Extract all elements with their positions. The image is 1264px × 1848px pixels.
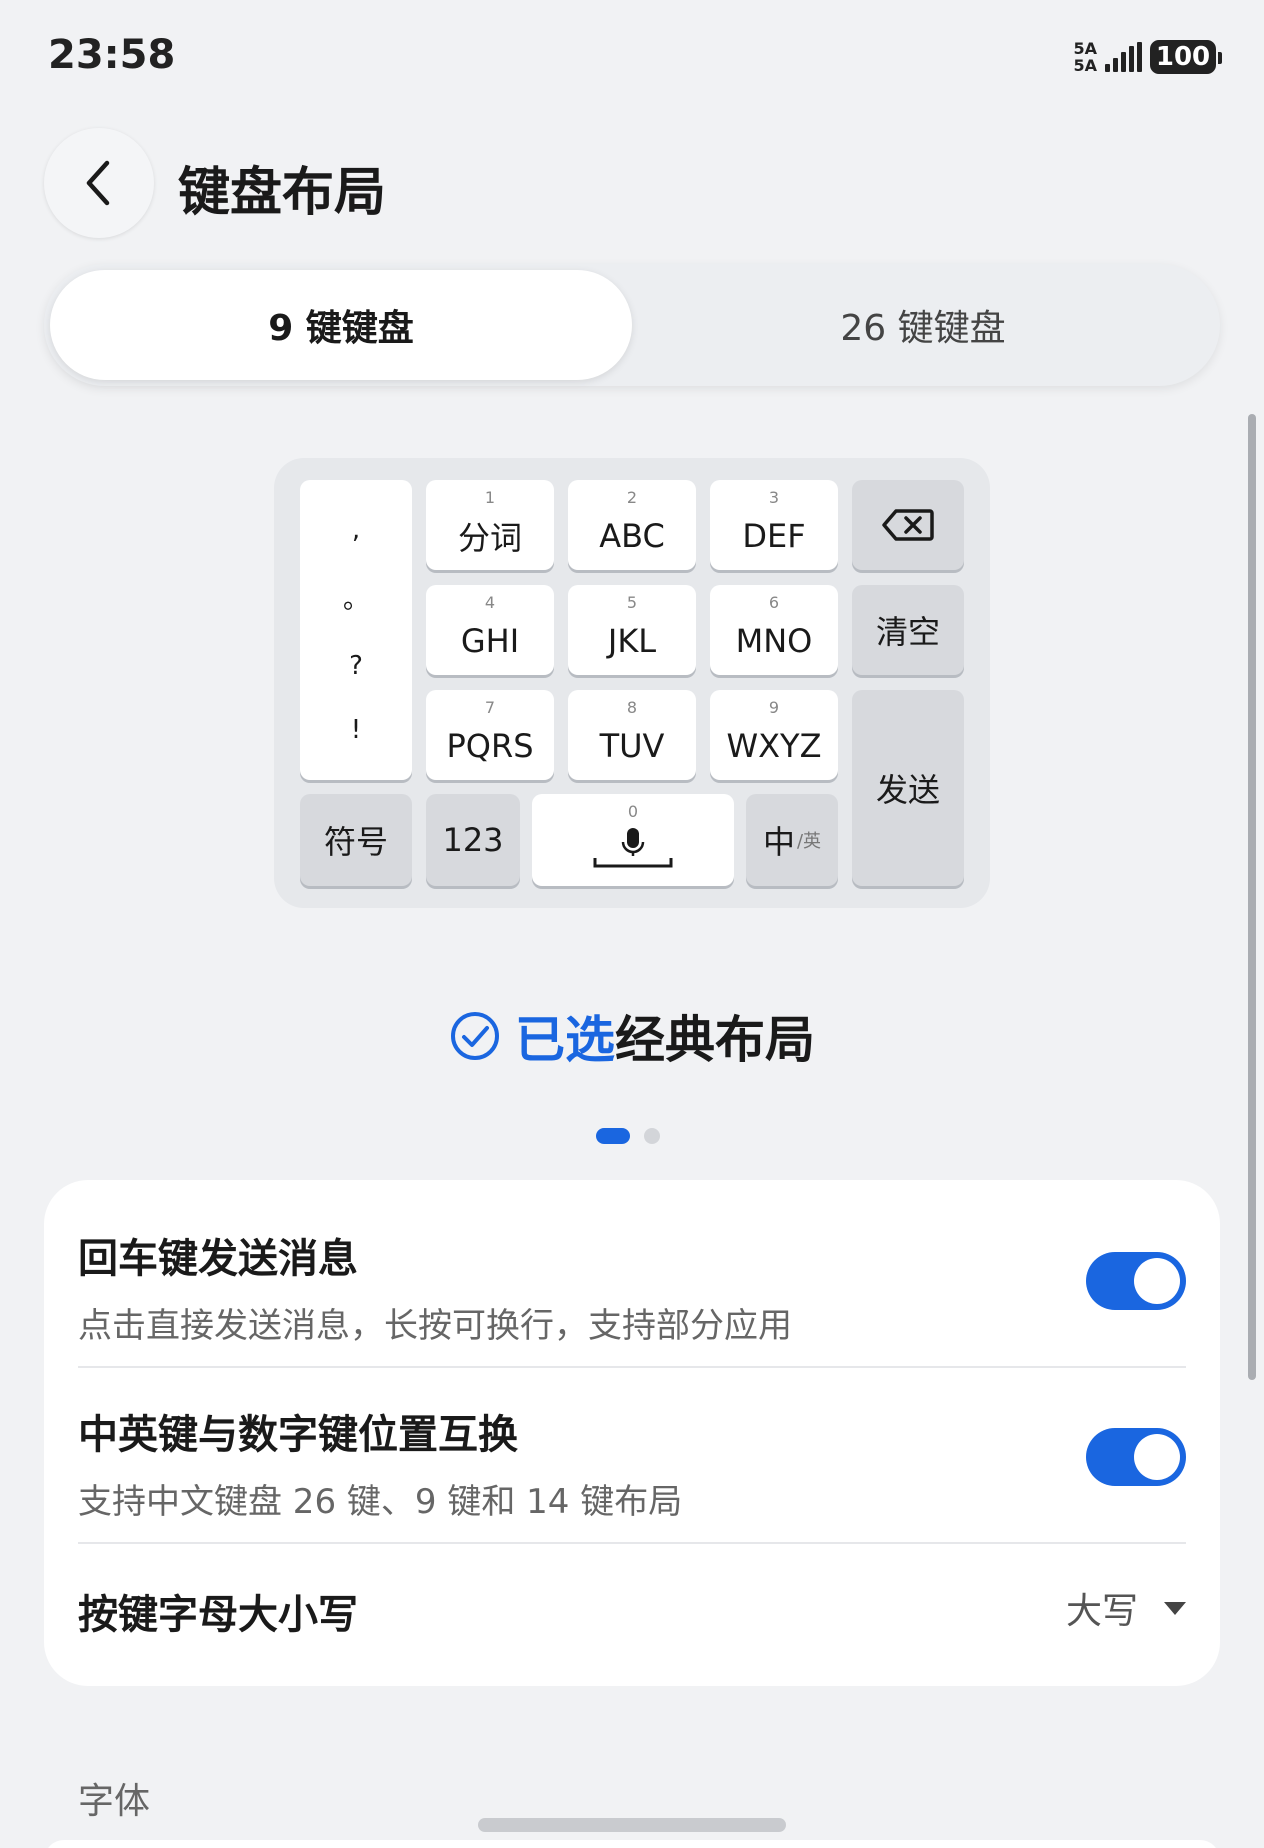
layout-name: 经典布局 (615, 1011, 815, 1069)
punct-period: 。 (342, 585, 369, 616)
key-1: 1 分词 (426, 480, 554, 570)
selected-label: 已选 (515, 1011, 615, 1069)
punct-comma: , (351, 515, 361, 546)
key-9: 9 WXYZ (710, 690, 838, 780)
dropdown-caret-icon (1164, 1601, 1186, 1615)
setting-desc: 支持中文键盘 26 键、9 键和 14 键布局 (78, 1482, 683, 1522)
keyboard-type-tabs: 9 键键盘 26 键键盘 (44, 264, 1220, 386)
key-language-switch: 中/英 (746, 794, 838, 886)
key-7: 7 PQRS (426, 690, 554, 780)
setting-desc: 点击直接发送消息，长按可换行，支持部分应用 (78, 1306, 792, 1346)
letter-case-value: 大写 (1065, 1591, 1138, 1632)
status-indicators: 5A 5A 100 (1073, 39, 1222, 75)
key-space: 0 (532, 794, 734, 886)
divider (78, 1542, 1186, 1544)
battery-icon: 100 (1150, 40, 1222, 74)
tab-9-key[interactable]: 9 键键盘 (50, 270, 632, 380)
network-type: 5A 5A (1073, 39, 1097, 75)
setting-swap-keys[interactable]: 中英键与数字键位置互换 支持中文键盘 26 键、9 键和 14 键布局 (78, 1402, 1186, 1522)
status-bar: 23:58 5A 5A 100 (0, 0, 1264, 110)
check-circle-icon (451, 1012, 499, 1060)
key-6: 6 MNO (710, 585, 838, 675)
key-send: 发送 (852, 690, 964, 886)
key-numbers: 123 (426, 794, 520, 886)
punctuation-column: , 。 ? ! (300, 480, 412, 780)
page-indicator (596, 1128, 660, 1144)
keyboard-layout-preview[interactable]: , 。 ? ! 1 分词 2 ABC 3 DEF 4 GHI 5 JKL 6 M… (274, 458, 990, 908)
chevron-left-icon (86, 160, 110, 206)
page-title: 键盘布局 (178, 163, 387, 223)
key-3: 3 DEF (710, 480, 838, 570)
selected-layout-row: 已选 经典布局 (0, 1000, 1264, 1072)
setting-title: 中英键与数字键位置互换 (78, 1412, 518, 1458)
status-time: 23:58 (48, 32, 176, 78)
key-clear: 清空 (852, 585, 964, 675)
section-label-font: 字体 (78, 1781, 151, 1822)
setting-title: 按键字母大小写 (78, 1592, 358, 1638)
key-symbols: 符号 (300, 794, 412, 886)
punct-question: ? (349, 650, 363, 681)
divider (78, 1366, 1186, 1368)
back-button[interactable] (44, 128, 154, 238)
home-indicator[interactable] (478, 1818, 786, 1832)
battery-level: 100 (1155, 42, 1211, 72)
microphone-icon (593, 828, 673, 868)
page-dot-active (596, 1128, 630, 1144)
setting-enter-send[interactable]: 回车键发送消息 点击直接发送消息，长按可换行，支持部分应用 (78, 1226, 1186, 1346)
signal-icon (1105, 42, 1142, 72)
enter-send-toggle[interactable] (1086, 1252, 1186, 1310)
backspace-icon (882, 509, 934, 541)
key-4: 4 GHI (426, 585, 554, 675)
setting-letter-case[interactable]: 按键字母大小写 大写 (78, 1582, 1220, 1642)
swap-keys-toggle[interactable] (1086, 1428, 1186, 1486)
key-2: 2 ABC (568, 480, 696, 570)
key-5: 5 JKL (568, 585, 696, 675)
setting-title: 回车键发送消息 (78, 1236, 358, 1282)
scrollbar[interactable] (1248, 414, 1256, 1380)
settings-card: 回车键发送消息 点击直接发送消息，长按可换行，支持部分应用 中英键与数字键位置互… (44, 1180, 1220, 1686)
punct-exclamation: ! (350, 714, 362, 745)
key-8: 8 TUV (568, 690, 696, 780)
tab-26-key[interactable]: 26 键键盘 (632, 270, 1214, 380)
letter-case-select[interactable]: 大写 (1066, 1582, 1186, 1634)
font-card (44, 1840, 1220, 1848)
page-dot (644, 1128, 660, 1144)
key-backspace (852, 480, 964, 570)
